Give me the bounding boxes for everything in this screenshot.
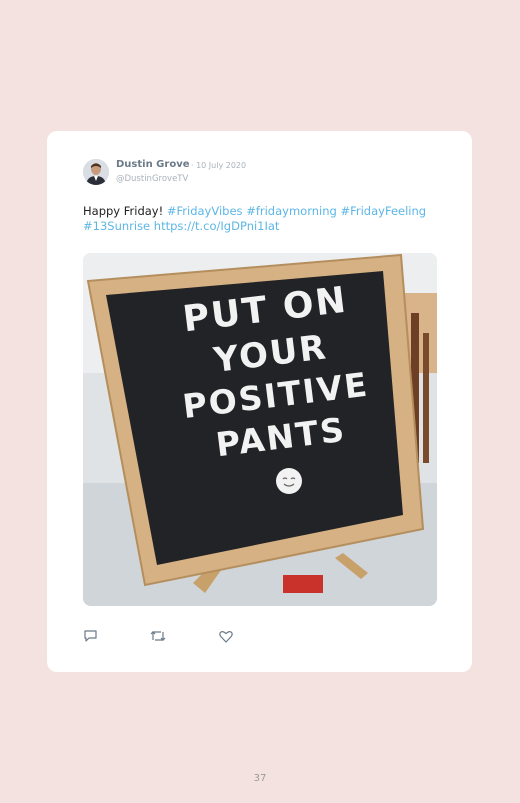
tweet-date: · 10 July 2020: [191, 161, 247, 170]
letter-board-text: PUT ON YOUR POSITIVE PANTS: [143, 273, 402, 473]
retweet-icon[interactable]: [150, 628, 166, 642]
tweet-actions: [83, 628, 283, 643]
author-handle[interactable]: @DustinGroveTV: [116, 174, 188, 184]
tweet-card: Dustin Grove · 10 July 2020 @DustinGrove…: [47, 131, 472, 672]
smiley-icon: [276, 468, 302, 494]
tweet-url-link[interactable]: https://t.co/IgDPni1Iat: [154, 219, 280, 233]
author-name[interactable]: Dustin Grove: [116, 159, 190, 170]
tweet-image[interactable]: PUT ON YOUR POSITIVE PANTS: [83, 253, 437, 606]
like-icon[interactable]: [219, 628, 233, 643]
hashtag-link[interactable]: #fridaymorning: [246, 204, 337, 218]
hashtag-link[interactable]: #FridayVibes: [167, 204, 243, 218]
hashtag-link[interactable]: #FridayFeeling: [340, 204, 426, 218]
tweet-text: Happy Friday! #FridayVibes #fridaymornin…: [83, 204, 443, 234]
hashtag-link[interactable]: #13Sunrise: [83, 219, 150, 233]
page-number: 37: [253, 773, 267, 784]
avatar[interactable]: [83, 159, 109, 185]
tweet-text-plain: Happy Friday!: [83, 204, 167, 218]
reply-icon[interactable]: [83, 628, 97, 642]
